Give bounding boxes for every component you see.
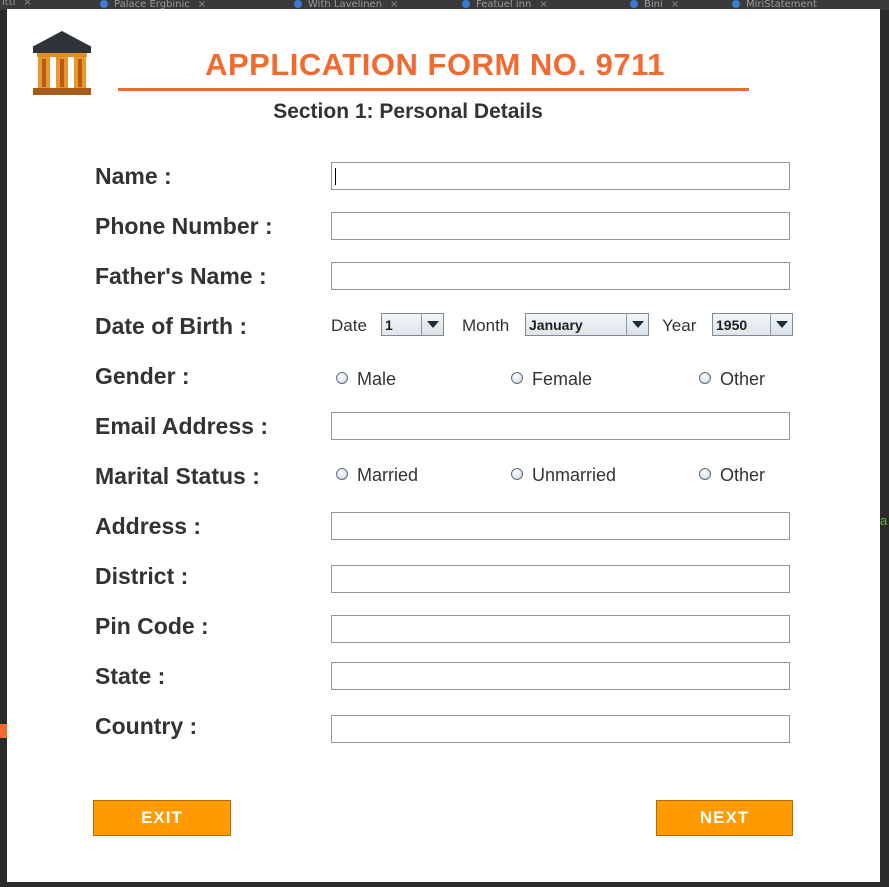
phone-number-label: Phone Number :: [95, 213, 273, 239]
tab-favicon-icon: [462, 0, 470, 8]
district-input[interactable]: [331, 565, 790, 593]
pin-code-input[interactable]: [331, 615, 790, 643]
date-label: Date: [331, 316, 367, 335]
fathers-name-input[interactable]: [331, 262, 790, 290]
text-caret: [335, 168, 336, 185]
date-of-birth-label: Date of Birth :: [95, 313, 248, 339]
background-marker: [0, 724, 7, 738]
address-label: Address :: [95, 513, 202, 539]
chevron-down-icon[interactable]: [626, 314, 648, 335]
state-label: State :: [95, 663, 166, 689]
radio-label: Other: [720, 369, 766, 389]
radio-button-icon[interactable]: [336, 468, 348, 480]
email-address-input[interactable]: [331, 412, 790, 440]
application-form-window: APPLICATION FORM NO. 9711 Section 1: Per…: [7, 9, 880, 882]
pin-code-label: Pin Code :: [95, 613, 209, 639]
background-text: a: [880, 513, 888, 528]
form-title: APPLICATION FORM NO. 9711: [205, 47, 665, 82]
name-label: Name :: [95, 163, 172, 189]
country-label: Country :: [95, 713, 198, 739]
close-icon[interactable]: ×: [23, 0, 31, 8]
chevron-down-icon[interactable]: [770, 314, 792, 335]
date-select[interactable]: 1: [381, 313, 444, 336]
radio-button-icon[interactable]: [511, 468, 523, 480]
date-select-value: 1: [385, 317, 393, 333]
tab-favicon-icon: [732, 0, 740, 8]
tab-favicon-icon: [294, 0, 302, 8]
marital-status-label: Marital Status :: [95, 463, 260, 489]
email-address-label: Email Address :: [95, 413, 268, 439]
radio-label: Female: [532, 369, 593, 389]
month-select[interactable]: January: [525, 313, 649, 336]
tab-label: itti: [2, 0, 16, 8]
tab-favicon-icon: [630, 0, 638, 8]
radio-label: Other: [720, 465, 766, 485]
radio-button-icon[interactable]: [699, 372, 711, 384]
month-select-value: January: [529, 317, 583, 333]
year-select-value: 1950: [716, 317, 748, 333]
radio-button-icon[interactable]: [336, 372, 348, 384]
radio-label: Married: [357, 465, 419, 485]
chevron-down-icon[interactable]: [421, 314, 443, 335]
name-input[interactable]: [331, 162, 790, 190]
state-input[interactable]: [331, 662, 790, 690]
address-input[interactable]: [331, 512, 790, 540]
tab-favicon-icon: [100, 0, 108, 8]
radio-button-icon[interactable]: [699, 468, 711, 480]
radio-label: Male: [357, 369, 397, 389]
building-logo-icon: [32, 31, 92, 95]
country-input[interactable]: [331, 715, 790, 743]
year-select[interactable]: 1950: [712, 313, 793, 336]
exit-button[interactable]: EXIT: [93, 800, 231, 836]
title-underline: [118, 88, 749, 91]
next-button[interactable]: NEXT: [656, 800, 793, 836]
fathers-name-label: Father's Name :: [95, 263, 267, 289]
district-label: District :: [95, 563, 189, 589]
radio-button-icon[interactable]: [511, 372, 523, 384]
section-title: Section 1: Personal Details: [273, 100, 543, 123]
gender-label: Gender :: [95, 363, 190, 389]
year-label: Year: [662, 316, 697, 335]
phone-number-input[interactable]: [331, 212, 790, 240]
month-label: Month: [462, 316, 510, 335]
radio-label: Unmarried: [532, 465, 617, 485]
